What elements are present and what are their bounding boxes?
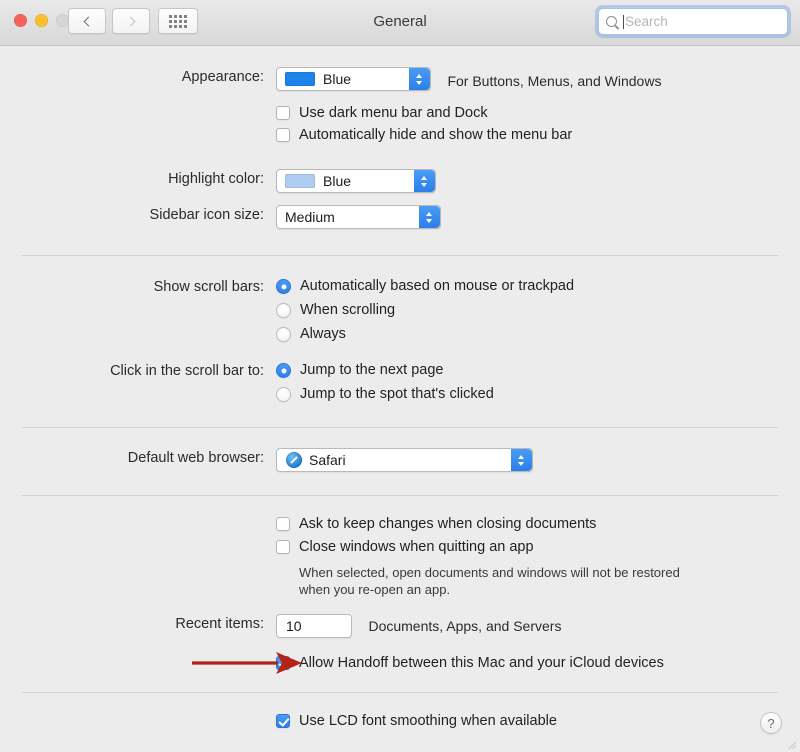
- recent-items-note: Documents, Apps, and Servers: [368, 618, 562, 634]
- sidebar-icon-size-control: Medium: [276, 205, 800, 229]
- scrollbar-click-options: Jump to the next page Jump to the spot t…: [276, 361, 800, 404]
- radio-label: Jump to the next page: [300, 362, 444, 378]
- show-scrollbars-label: Show scroll bars:: [153, 279, 264, 295]
- scrollbar-click-label: Click in the scroll bar to:: [110, 363, 264, 379]
- recent-items-row: Recent items: 10 Documents, Apps, and Se…: [0, 614, 800, 638]
- dark-menubar-row: Use dark menu bar and Dock: [0, 103, 800, 123]
- auto-hide-menubar-label: Automatically hide and show the menu bar: [299, 127, 573, 143]
- default-browser-row: Default web browser: Safari: [0, 448, 800, 473]
- popup-arrows-icon: [419, 206, 440, 228]
- sidebar-icon-size-row: Sidebar icon size: Medium: [0, 205, 800, 229]
- default-browser-control: Safari: [276, 448, 800, 473]
- preferences-content: Appearance: Blue For Buttons, Menus, and…: [0, 67, 800, 731]
- checkbox-icon: [276, 106, 290, 120]
- highlight-color-control: Blue: [276, 169, 800, 193]
- default-browser-label: Default web browser:: [127, 450, 264, 466]
- appearance-label: Appearance:: [181, 69, 264, 85]
- radio-scrollbars-auto[interactable]: Automatically based on mouse or trackpad: [276, 277, 800, 296]
- recent-items-label: Recent items:: [175, 616, 264, 632]
- dark-menubar-label: Use dark menu bar and Dock: [299, 105, 488, 121]
- search-placeholder: Search: [625, 14, 668, 29]
- radio-label: Always: [300, 326, 346, 342]
- radio-label: Automatically based on mouse or trackpad: [300, 278, 575, 294]
- checkbox-icon: [276, 714, 290, 728]
- recent-items-control: 10 Documents, Apps, and Servers: [276, 614, 800, 638]
- close-windows-row: Close windows when quitting an app: [0, 537, 800, 557]
- checkbox-icon: [276, 517, 290, 531]
- highlight-color-value: Blue: [323, 173, 352, 189]
- safari-icon: [286, 452, 302, 468]
- separator: [22, 427, 778, 428]
- popup-arrows-icon: [409, 68, 430, 90]
- help-button-label: ?: [767, 715, 775, 731]
- font-smoothing-row: Use LCD font smoothing when available: [0, 711, 800, 731]
- appearance-value: Blue: [323, 71, 352, 87]
- popup-arrows-icon: [414, 170, 435, 192]
- resize-grip-icon[interactable]: [785, 738, 797, 750]
- auto-hide-menubar-row: Automatically hide and show the menu bar: [0, 125, 800, 145]
- handoff-row: Allow Handoff between this Mac and your …: [0, 653, 800, 673]
- recent-items-stepper[interactable]: 10: [276, 614, 352, 638]
- ask-keep-changes-row: Ask to keep changes when closing documen…: [0, 514, 800, 534]
- font-smoothing-label: Use LCD font smoothing when available: [299, 713, 557, 729]
- show-scrollbars-options: Automatically based on mouse or trackpad…: [276, 277, 800, 344]
- separator: [22, 255, 778, 256]
- close-windows-label: Close windows when quitting an app: [299, 539, 534, 555]
- radio-icon: [276, 279, 291, 294]
- dark-menubar-checkbox[interactable]: Use dark menu bar and Dock: [276, 103, 800, 123]
- radio-icon: [276, 363, 291, 378]
- radio-icon: [276, 387, 291, 402]
- recent-items-value: 10: [286, 618, 302, 634]
- highlight-color-popup-button[interactable]: Blue: [276, 169, 436, 193]
- radio-icon: [276, 303, 291, 318]
- appearance-popup-button[interactable]: Blue: [276, 67, 431, 91]
- checkbox-icon: [276, 656, 290, 670]
- documents-note: When selected, open documents and window…: [276, 564, 800, 598]
- radio-scrollbars-when-scrolling[interactable]: When scrolling: [276, 301, 800, 320]
- font-smoothing-checkbox[interactable]: Use LCD font smoothing when available: [276, 711, 800, 731]
- radio-icon: [276, 327, 291, 342]
- default-browser-popup-button[interactable]: Safari: [276, 448, 533, 472]
- handoff-checkbox[interactable]: Allow Handoff between this Mac and your …: [276, 653, 800, 673]
- radio-label: When scrolling: [300, 302, 396, 318]
- text-caret: [623, 14, 624, 29]
- scrollbar-click-row: Click in the scroll bar to: Jump to the …: [0, 361, 800, 404]
- appearance-control: Blue For Buttons, Menus, and Windows: [276, 67, 800, 91]
- highlight-color-label: Highlight color:: [168, 171, 264, 187]
- window-titlebar: General Search: [0, 0, 800, 46]
- radio-label: Jump to the spot that's clicked: [300, 386, 494, 402]
- sidebar-icon-size-label: Sidebar icon size:: [149, 207, 264, 223]
- popup-arrows-icon: [511, 449, 532, 471]
- documents-note-row: When selected, open documents and window…: [0, 564, 800, 598]
- appearance-color-swatch: [285, 72, 315, 86]
- sidebar-icon-size-value: Medium: [285, 209, 335, 225]
- checkbox-icon: [276, 540, 290, 554]
- sidebar-icon-size-popup-button[interactable]: Medium: [276, 205, 441, 229]
- checkbox-icon: [276, 128, 290, 142]
- ask-keep-changes-label: Ask to keep changes when closing documen…: [299, 516, 597, 532]
- radio-scrollbars-always[interactable]: Always: [276, 325, 800, 344]
- documents-note-line1: When selected, open documents and window…: [299, 565, 680, 580]
- ask-keep-changes-checkbox[interactable]: Ask to keep changes when closing documen…: [276, 514, 800, 534]
- documents-note-line2: when you re-open an app.: [299, 582, 451, 597]
- radio-jump-to-spot[interactable]: Jump to the spot that's clicked: [276, 385, 800, 404]
- search-field[interactable]: Search: [598, 8, 788, 35]
- radio-jump-next-page[interactable]: Jump to the next page: [276, 361, 800, 380]
- default-browser-value: Safari: [309, 452, 346, 468]
- separator: [22, 692, 778, 693]
- separator: [22, 495, 778, 496]
- help-button[interactable]: ?: [760, 712, 782, 734]
- close-windows-checkbox[interactable]: Close windows when quitting an app: [276, 537, 800, 557]
- system-preferences-window: General Search Appearance: Blue For Butt…: [0, 0, 800, 752]
- show-scrollbars-row: Show scroll bars: Automatically based on…: [0, 277, 800, 344]
- handoff-label: Allow Handoff between this Mac and your …: [299, 655, 664, 671]
- highlight-color-row: Highlight color: Blue: [0, 169, 800, 193]
- appearance-row: Appearance: Blue For Buttons, Menus, and…: [0, 67, 800, 91]
- search-icon: [606, 16, 617, 27]
- auto-hide-menubar-checkbox[interactable]: Automatically hide and show the menu bar: [276, 125, 800, 145]
- appearance-note: For Buttons, Menus, and Windows: [447, 73, 662, 89]
- highlight-color-swatch: [285, 174, 315, 188]
